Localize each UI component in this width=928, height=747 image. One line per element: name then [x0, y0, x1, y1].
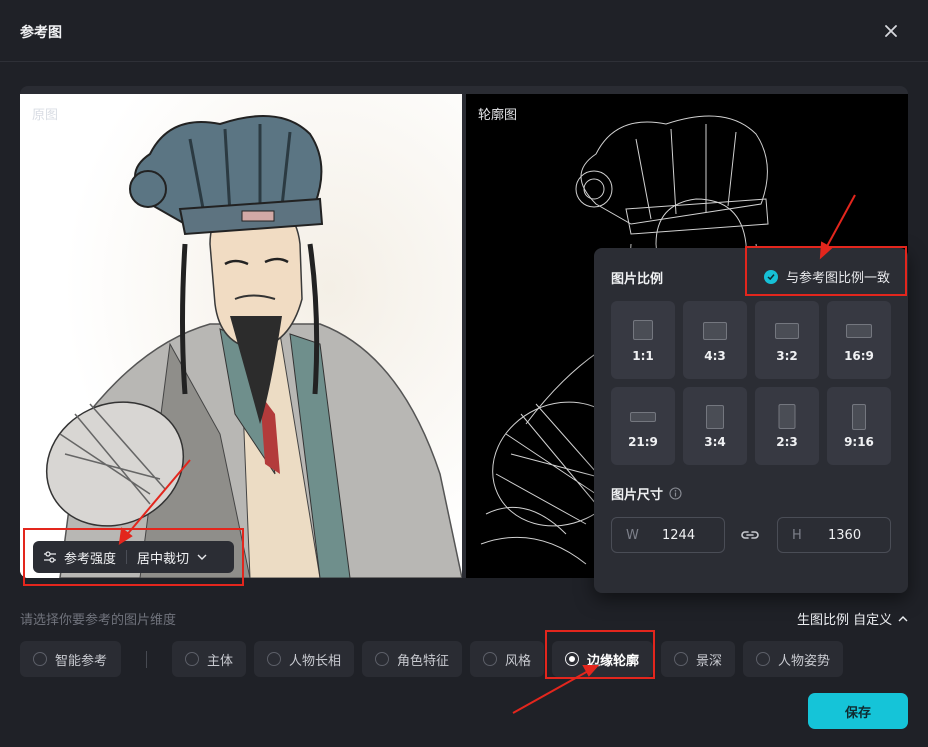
chip-character-features[interactable]: 角色特征: [362, 641, 462, 677]
chevron-up-icon: [898, 615, 908, 621]
chip-label: 人物长相: [289, 653, 342, 669]
chip-label: 人物姿势: [778, 653, 831, 669]
annotation-box-toolbar: [23, 528, 244, 586]
width-prefix: W: [626, 527, 639, 543]
ratio-option-9-16[interactable]: 9:16: [827, 387, 891, 465]
chip-pose[interactable]: 人物姿势: [743, 641, 843, 677]
dialog-title: 参考图: [20, 25, 62, 41]
ratio-grid: 1:1 4:3 3:2 16:9 21:9 3:4 2:3 9:16: [611, 301, 891, 465]
image-size-title-text: 图片尺寸: [611, 488, 664, 503]
ratio-option-3-2[interactable]: 3:2: [755, 301, 819, 379]
ratio-shape: [846, 324, 872, 338]
radio-icon: [185, 652, 199, 666]
ratio-shape: [778, 404, 796, 429]
ratio-option-16-9[interactable]: 16:9: [827, 301, 891, 379]
chip-label: 景深: [696, 653, 723, 669]
ratio-panel-title: 图片比例: [611, 272, 664, 287]
chip-face[interactable]: 人物长相: [254, 641, 354, 677]
save-button[interactable]: 保存: [808, 693, 908, 729]
contour-image-label: 轮廓图: [478, 108, 518, 123]
radio-icon: [674, 652, 688, 666]
ratio-option-label: 9:16: [844, 435, 874, 449]
ratio-panel: 图片比例 与参考图比例一致 1:1 4:3 3:2 16:9 21:9 3:4 …: [594, 248, 908, 593]
ratio-option-3-4[interactable]: 3:4: [683, 387, 747, 465]
chip-label: 智能参考: [55, 653, 108, 669]
link-icon[interactable]: [740, 527, 760, 543]
chip-label: 主体: [207, 653, 234, 669]
image-size-title: 图片尺寸: [611, 484, 682, 503]
ratio-option-label: 4:3: [704, 349, 726, 363]
ratio-shape: [703, 322, 727, 340]
height-input[interactable]: H 1360: [777, 517, 891, 553]
ratio-option-label: 21:9: [628, 435, 658, 449]
chip-subject[interactable]: 主体: [172, 641, 246, 677]
radio-icon: [267, 652, 281, 666]
ratio-shape: [706, 405, 724, 429]
generation-ratio-label: 生图比例 自定义: [797, 613, 893, 628]
ratio-option-1-1[interactable]: 1:1: [611, 301, 675, 379]
ratio-shape: [775, 323, 799, 339]
dimension-hint: 请选择你要参考的图片维度: [20, 613, 177, 628]
width-input[interactable]: W 1244: [611, 517, 725, 553]
ratio-option-label: 2:3: [776, 435, 798, 449]
radio-icon: [483, 652, 497, 666]
height-prefix: H: [792, 527, 802, 543]
portrait-illustration: [20, 94, 462, 578]
radio-icon: [375, 652, 389, 666]
ratio-option-label: 3:4: [704, 435, 726, 449]
original-image: 原图: [20, 94, 462, 578]
annotation-box-ratio-match: [745, 246, 907, 296]
height-value: 1360: [828, 527, 862, 543]
ratio-shape: [852, 404, 866, 430]
chip-smart-reference[interactable]: 智能参考: [20, 641, 121, 677]
ratio-option-4-3[interactable]: 4:3: [683, 301, 747, 379]
close-icon[interactable]: [880, 20, 902, 42]
width-value: 1244: [662, 527, 696, 543]
dialog-header: 参考图: [0, 0, 928, 62]
ratio-shape: [633, 320, 653, 340]
ratio-option-21-9[interactable]: 21:9: [611, 387, 675, 465]
ratio-option-label: 1:1: [632, 349, 654, 363]
info-icon[interactable]: [669, 487, 682, 500]
chip-divider: [146, 651, 147, 668]
ratio-shape: [630, 412, 656, 422]
ratio-option-2-3[interactable]: 2:3: [755, 387, 819, 465]
ratio-option-label: 3:2: [776, 349, 798, 363]
ratio-option-label: 16:9: [844, 349, 874, 363]
chip-depth[interactable]: 景深: [661, 641, 735, 677]
generation-ratio-toggle[interactable]: 生图比例 自定义: [797, 609, 908, 628]
annotation-box-edge-chip: [545, 630, 655, 679]
chip-label: 角色特征: [397, 653, 450, 669]
original-image-label: 原图: [32, 108, 59, 123]
chip-style[interactable]: 风格: [470, 641, 544, 677]
chip-label: 风格: [505, 653, 532, 669]
radio-icon: [33, 652, 47, 666]
radio-icon: [756, 652, 770, 666]
